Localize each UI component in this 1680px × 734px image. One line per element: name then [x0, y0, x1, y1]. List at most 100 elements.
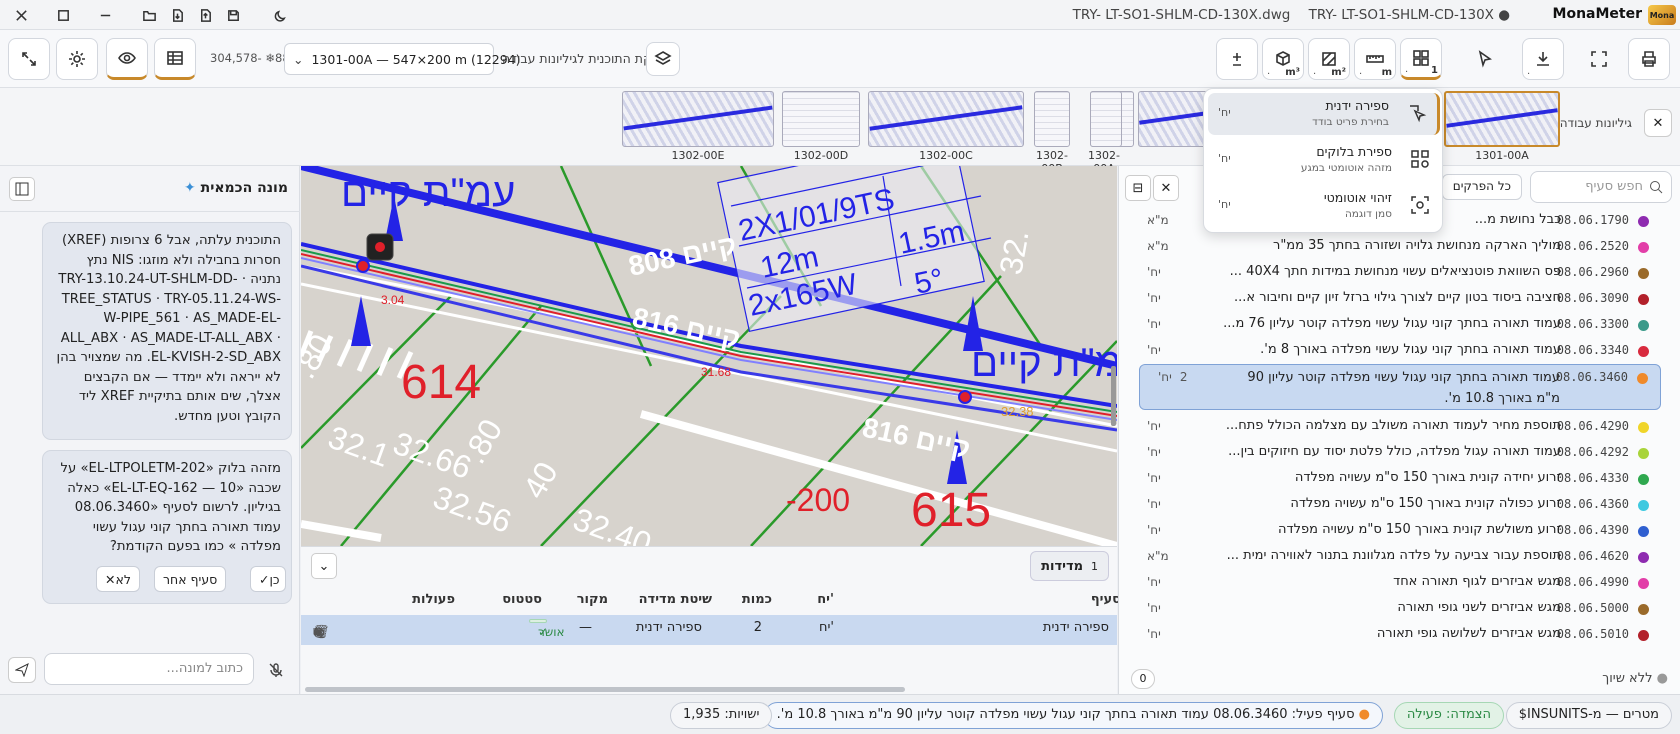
collapse-list-button[interactable]: ⊟ [1125, 175, 1151, 201]
boq-item-row[interactable]: 08.06.5010 מגש אביזרים לשלושה גופי תאורה י… [1139, 622, 1661, 648]
thumbnail-1301-00A[interactable]: 1301-00A [1444, 91, 1560, 162]
measurements-tab[interactable]: מדידות 1 [1030, 551, 1109, 581]
menu-item-subtitle: בחירת פריט בודד [1312, 116, 1389, 128]
units-status[interactable]: מטרים — מ-INSUNITS$ [1505, 702, 1672, 729]
area-tool-button[interactable]: m². [1308, 38, 1350, 80]
item-color-dot [1638, 346, 1649, 357]
horizontal-scrollbar[interactable] [305, 687, 905, 692]
menu-item-block-count[interactable]: ספירת בלוקים מזהה אוטומטי במגע יח' [1208, 139, 1440, 181]
menu-item-auto-detect[interactable]: זיהוי אוטומטי סמן דוגמה יח' [1208, 185, 1440, 227]
dropdown-dot: . [1313, 66, 1317, 77]
snap-status[interactable]: הצמדה: פעילה [1393, 702, 1504, 729]
item-description: עמוד תאורה בחתך קוני עגול עשוי מפלדה קוט… [1247, 370, 1560, 406]
road-label-808: 808 קיים [626, 229, 739, 282]
menu-item-manual-count[interactable]: ספירה ידנית בחירת פריט בודד יח' [1208, 93, 1440, 135]
volume-tool-button[interactable]: m³. [1262, 38, 1304, 80]
measurement-row[interactable]: ספירה ידנית יח' 2 ספירה ידנית — ✓ אושר 🗑… [301, 615, 1117, 645]
collapse-panel-button[interactable] [9, 177, 35, 201]
save-icon[interactable] [222, 4, 244, 26]
boq-item-row[interactable]: 08.06.3090 חציבה ביסוד בטון קיים לצורך גי… [1139, 286, 1661, 312]
layers-button[interactable] [646, 42, 680, 76]
boq-item-row[interactable]: 08.06.4292 עמוד תאורה עגול מפלדה, כולל פל… [1139, 440, 1661, 466]
boq-item-row[interactable]: 08.06.3460 עמוד תאורה בחתך קוני עגול עשוי… [1139, 364, 1661, 410]
boq-item-row[interactable]: 08.06.4620 תוספת עבור צביעה על פלדה מגלוו… [1139, 544, 1661, 570]
chip-yes[interactable]: ✓ כן [250, 566, 286, 592]
maximize-window-icon[interactable] [52, 4, 74, 26]
sheet-select[interactable]: ⌄ 1301-00A — 547×200 m (12294) [284, 43, 521, 75]
filter-all-chapters[interactable]: כל הפרקים [1441, 174, 1522, 200]
chip-no[interactable]: ✕ לא [96, 566, 140, 592]
chip-other-item[interactable]: סעיף אחר [154, 566, 227, 592]
mic-off-button[interactable] [262, 657, 290, 683]
send-button[interactable] [8, 657, 36, 683]
thumbnail-image [622, 91, 774, 147]
fullscreen-button[interactable] [8, 38, 50, 80]
boq-item-row[interactable]: 08.06.3340 עמוד תאורה בחתך קוני עגול עשוי… [1139, 338, 1661, 364]
check-icon: ✓ [259, 571, 270, 587]
boq-item-row[interactable]: 08.06.3300 עמוד תאורה בחתך קוני עגול עשוי… [1139, 312, 1661, 338]
sparkle-icon: ✦ [184, 180, 201, 196]
fit-view-button[interactable] [1578, 38, 1620, 80]
menu-item-title: ספירה ידנית [1325, 98, 1389, 113]
close-strip-button[interactable]: ✕ [1644, 109, 1672, 137]
dark-mode-icon[interactable] [270, 4, 292, 26]
boq-item-row[interactable]: 08.06.4390 זרוע משולשת קונית באורך 150 ס"… [1139, 518, 1661, 544]
item-unit-label: יח' [1147, 601, 1161, 615]
no-link-filter[interactable]: ● ללא שיוך [1602, 671, 1668, 686]
close-window-icon[interactable] [10, 4, 32, 26]
item-color-dot [1638, 448, 1649, 459]
download-button[interactable]: . [1522, 38, 1564, 80]
count-badge: 1 [1431, 65, 1438, 76]
visibility-button[interactable] [106, 38, 148, 80]
item-unit: יח' [1147, 445, 1161, 459]
item-color-dot [1638, 526, 1649, 537]
item-unit-label: יח' [1147, 445, 1161, 459]
minimize-window-icon[interactable] [94, 4, 116, 26]
boq-item-row[interactable]: 08.06.5000 מגש אביזרים לשני גופי תאורה יח' [1139, 596, 1661, 622]
sidebar-icon [15, 182, 29, 196]
length-unit: m [1381, 67, 1392, 78]
select-tool-button[interactable] [1464, 38, 1506, 80]
thumbnail-1302-00B[interactable]: 1302-00B [1034, 91, 1078, 175]
plus-minus-button[interactable] [1216, 38, 1258, 80]
thumbnail-image [868, 91, 1024, 147]
tab-dwg-file[interactable]: TRY- LT-SO1-SHLM-CD-130X.dwg [1073, 7, 1291, 23]
chip-yes-label: כן [269, 571, 280, 587]
no-link-dot: ● [1652, 671, 1668, 686]
pause-icon[interactable]: ⏸ [313, 625, 331, 640]
item-unit-label: יח' [1158, 370, 1172, 384]
eye-icon [118, 52, 136, 64]
thumbnail-1302-00C[interactable]: 1302-00C [868, 91, 1024, 162]
open-folder-icon[interactable] [138, 4, 160, 26]
collapse-measurements-button[interactable]: ⌄ [311, 553, 337, 579]
boq-item-row[interactable]: 08.06.4330 זרוע יחידה קונית באורך 150 ס"מ… [1139, 466, 1661, 492]
item-code: 08.06.4292 [1556, 445, 1629, 459]
search-items-input[interactable]: חפש סעיף [1530, 171, 1672, 203]
settings-button[interactable] [56, 38, 98, 80]
thumbnail-1302-00E[interactable]: 1302-00E [622, 91, 774, 162]
boq-item-row[interactable]: 08.06.2520 מוליך הארקה מנחושת גלויה ושזור… [1139, 234, 1661, 260]
table-view-button[interactable] [154, 38, 196, 80]
boq-item-row[interactable]: 08.06.4990 מגש אביזרים לגוף תאורה אחד יח' [1139, 570, 1661, 596]
clear-filter-button[interactable]: ✕ [1153, 175, 1179, 201]
length-tool-button[interactable]: m. [1354, 38, 1396, 80]
ai-chat-input[interactable]: כתוב למונה... [44, 653, 254, 685]
item-unit: מ"א [1147, 549, 1169, 563]
boq-item-row[interactable]: 08.06.4290 תוספת מחיר לעמוד תאורה משולב ע… [1139, 414, 1661, 440]
red-elevation-2: 3.04 [381, 293, 405, 307]
boq-item-row[interactable]: 08.06.2960 פס השוואת פוטנציאלים עשוי מנחו… [1139, 260, 1661, 286]
item-description: מגש אביזרים לגוף תאורה אחד [1393, 574, 1561, 589]
elevation-5: 40 [516, 456, 565, 505]
thumbnail-1302-00A[interactable]: 1302-00A [1088, 91, 1130, 175]
item-color-dot [1638, 630, 1649, 641]
print-button[interactable] [1628, 38, 1670, 80]
thumbnail-2[interactable] [1138, 91, 1208, 147]
count-tool-button[interactable]: 1. [1400, 38, 1442, 80]
drawing-canvas[interactable]: 2X1/01/9TS 12m 1.5m 2x165W 5° עמ"ת קיים … [301, 166, 1117, 546]
item-color-dot [1638, 320, 1649, 331]
boq-item-row[interactable]: 08.06.4360 זרוע כפולה קונית באורך 150 ס"מ… [1139, 492, 1661, 518]
tab-active-file[interactable]: TRY- LT-SO1-SHLM-CD-130X ● [1309, 7, 1510, 23]
import-file-icon[interactable] [166, 4, 188, 26]
thumbnail-1302-00D[interactable]: 1302-00D [782, 91, 860, 162]
export-file-icon[interactable] [194, 4, 216, 26]
